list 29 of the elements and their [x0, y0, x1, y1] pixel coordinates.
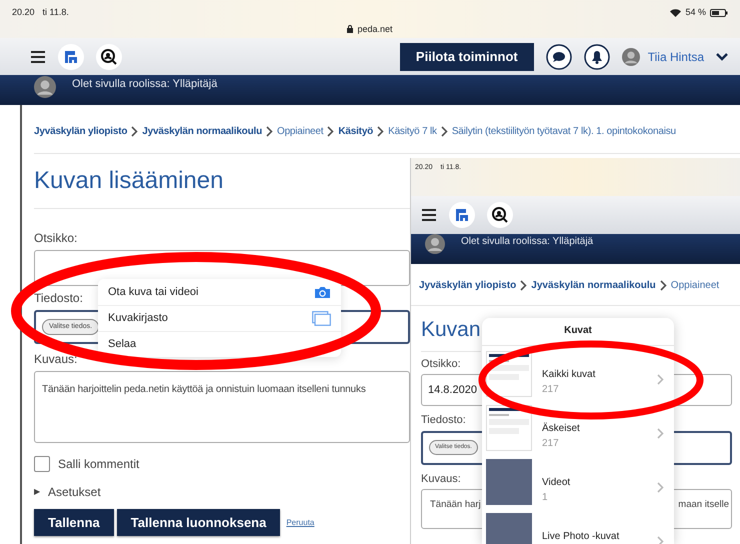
description-text: Tänään harjoittelin peda.netin käyttöä ja onnistuin luomaan itselleni tunnuks [42, 384, 366, 395]
album-name: Äskeiset [542, 422, 581, 436]
checkbox-label: Salli kommentit [58, 456, 140, 473]
album-name: Live Photo -kuvat [542, 530, 620, 544]
field-label: Otsikko: [421, 356, 461, 372]
url-text: peda.net [357, 22, 393, 36]
field-label: Tiedosto: [421, 413, 466, 428]
album-count: 217 [542, 437, 560, 451]
album-name: Kaikki kuvat [542, 368, 596, 382]
field-label: Otsikko: [34, 230, 78, 247]
field-label: Kuvaus: [421, 472, 461, 486]
status-time: 20.20 [12, 6, 35, 19]
field-label: Tiedosto: [34, 290, 83, 307]
menu-item-label: Selaa [108, 337, 136, 352]
field-label: Kuvaus: [34, 351, 78, 368]
status-date: ti 11.8. [42, 6, 69, 19]
picker-title: Kuvat [564, 324, 592, 338]
menu-item-label: Kuvakirjasto [108, 311, 168, 326]
menu-item-label: Ota kuva tai videoi [108, 284, 198, 300]
role-text: Olet sivulla roolissa: Ylläpitäjä [461, 235, 594, 249]
input-value: 14.8.2020 [428, 382, 477, 398]
album-name: Videot [542, 476, 572, 490]
album-count: 217 [542, 383, 560, 397]
role-text: Olet sivulla roolissa: Ylläpitäjä [72, 77, 218, 92]
battery-percentage: 54 % [685, 6, 706, 19]
description-text: Tänään harj [430, 498, 481, 512]
page-title: Kuvan [421, 306, 481, 352]
album-count: 1 [542, 491, 549, 505]
description-text: maan itselle [678, 498, 729, 512]
